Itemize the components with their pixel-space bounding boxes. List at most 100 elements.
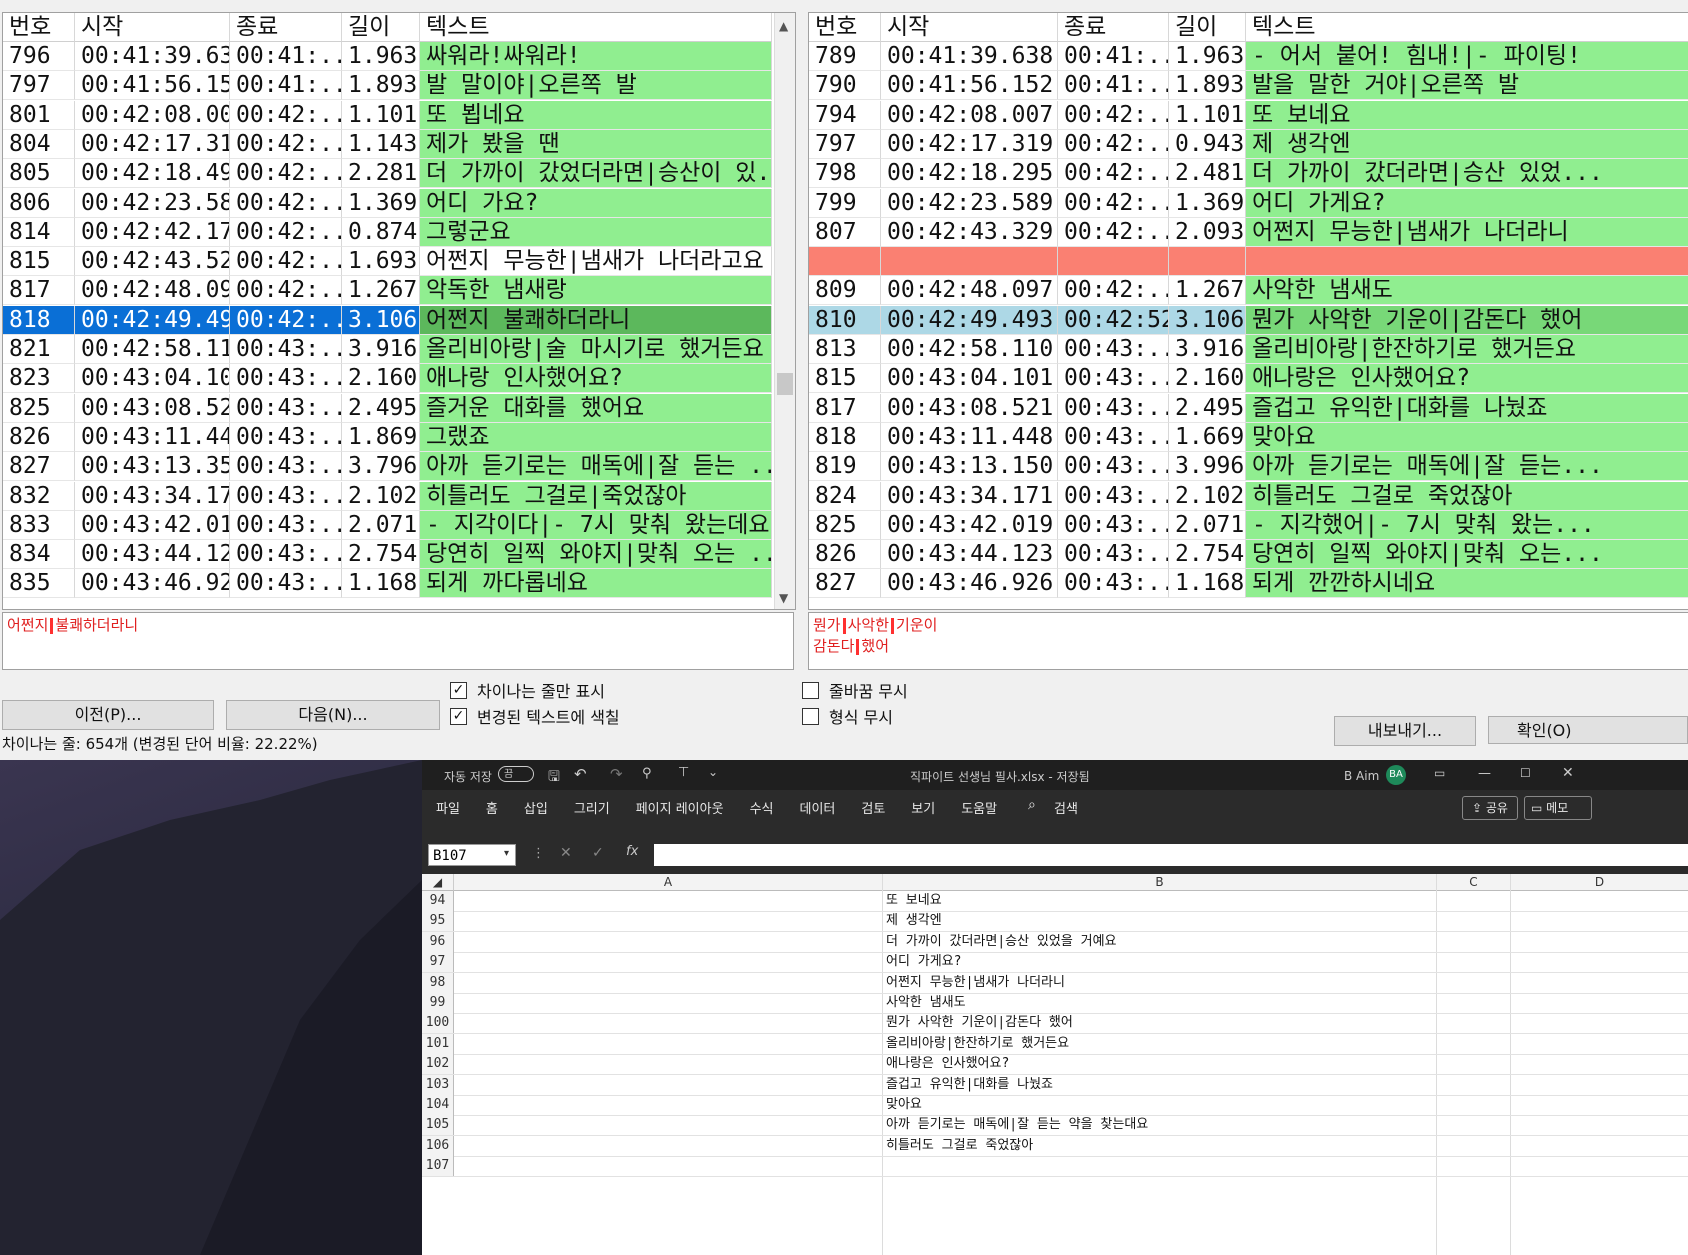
cell-b[interactable]: 뭔가 사악한 기운이|감돈다 했어 [886,1013,1073,1033]
table-row[interactable]: 82400:43:34.17100:43:...2.102히틀러도 그걸로 죽었… [809,481,1688,511]
name-box[interactable]: B107 [428,844,516,866]
scroll-thumb[interactable] [777,373,793,395]
ribbon-tab[interactable]: 페이지 레이아웃 [636,798,724,817]
table-row[interactable]: 80400:42:17.31900:42:...1.143제가 봤을 땐 [3,129,795,159]
left-scrollbar[interactable]: ▲ ▼ [774,13,795,609]
table-row[interactable]: 80900:42:48.09700:42:...1.267사악한 냄새도 [809,276,1688,306]
undo-icon[interactable]: ↶ [574,765,587,783]
save-icon[interactable]: 🖫 [548,766,560,790]
ribbon-tab[interactable]: 보기 [911,798,935,817]
ignore-format-checkbox[interactable]: 형식 무시 [802,704,893,728]
ribbon-tab[interactable]: 데이터 [799,798,835,817]
sheet-row[interactable]: 98 어쩐지 무능한|냄새가 나더라니 [422,972,1688,994]
table-row[interactable]: 79400:42:08.00700:42:...1.101또 보네요 [809,100,1688,130]
ribbon-tab[interactable]: 검토 [861,798,885,817]
filter-icon[interactable]: ⊤ [678,765,689,780]
col-header-end[interactable]: 종료 [1058,13,1169,42]
ribbon-tab[interactable]: 도움말 [961,798,997,817]
sheet-row[interactable]: 104 맞아요 [422,1095,1688,1116]
table-row[interactable]: 80100:42:08.00700:42:...1.101또 뵙네요 [3,100,795,130]
table-row[interactable]: 81800:42:49.49300:42:...3.106어쩐지 불쾌하더라니 [3,305,795,335]
col-header-length[interactable]: 길이 [342,13,420,42]
row-number[interactable]: 97 [422,952,454,973]
ribbon-display-icon[interactable]: ▭ [1434,766,1445,780]
sheet-row[interactable]: 107 [422,1156,1688,1178]
row-number[interactable]: 94 [422,891,454,911]
customize-qat-icon[interactable]: ⌄ [708,765,718,779]
row-number[interactable]: 105 [422,1115,454,1136]
table-row[interactable]: 82600:43:44.12300:43:...2.754당연히 일찍 와야지|… [809,540,1688,570]
row-number[interactable]: 106 [422,1135,454,1156]
cell-b[interactable]: 애나랑은 인사했어요? [886,1054,1009,1074]
col-header-start[interactable]: 시작 [75,13,230,42]
cell-b[interactable]: 더 가까이 갔더라면|승산 있었을 거예요 [886,932,1117,952]
table-row[interactable]: 81900:43:13.15000:43:...3.996아까 듣기로는 매독에… [809,452,1688,482]
cancel-icon[interactable]: ✕ [560,845,572,861]
redo-icon[interactable]: ↷ [610,765,623,783]
only-diff-checkbox[interactable]: ✓ 차이나는 줄만 표시 [450,678,605,702]
checkbox-checked-icon[interactable]: ✓ [450,681,467,699]
table-row[interactable]: 82500:43:42.01900:43:...2.071- 지각했어|- 7시… [809,510,1688,540]
prev-button[interactable]: 이전(P)... [2,700,214,730]
table-row[interactable]: 80600:42:23.58900:42:...1.369어디 가요? [3,188,795,218]
sheet-row[interactable]: 97 어디 가게요? [422,952,1688,974]
table-row[interactable]: 79800:42:18.29500:42:...2.481더 가까이 갔더라면|… [809,159,1688,189]
cell-b[interactable]: 즐겁고 유익한|대화를 나눴죠 [886,1075,1053,1095]
close-icon[interactable]: ✕ [1562,765,1574,781]
table-row[interactable]: 82500:43:08.52100:43:...2.495즐거운 대화를 했어요 [3,393,795,423]
sheet-row[interactable]: 102 애나랑은 인사했어요? [422,1054,1688,1076]
row-number[interactable]: 102 [422,1054,454,1075]
cell-b[interactable]: 사악한 냄새도 [886,993,966,1013]
spreadsheet-grid[interactable]: ◢ A B C D 94 또 보네요 95 제 생각엔 96 더 가까이 갔더라면|승산 … [422,874,1688,1255]
checkbox-checked-icon[interactable]: ✓ [450,707,467,725]
avatar[interactable]: BA [1386,765,1406,785]
column-header-c[interactable]: C [1437,874,1511,891]
row-number[interactable]: 96 [422,931,454,952]
maximize-icon[interactable]: ☐ [1520,766,1531,780]
table-row[interactable]: 83300:43:42.01900:43:...2.071- 지각이다|- 7시… [3,510,795,540]
formula-input[interactable] [654,844,1688,866]
ignore-linebreak-checkbox[interactable]: 줄바꿈 무시 [802,678,908,702]
table-row[interactable]: 78900:41:39.63800:41:...1.963- 어서 붙어! 힘내… [809,42,1688,71]
table-row[interactable]: 81000:42:49.49300:42:52.3.106뭔가 사악한 기운이|… [809,305,1688,335]
row-number[interactable]: 104 [422,1095,454,1115]
sheet-row[interactable]: 103 즐겁고 유익한|대화를 나눴죠 [422,1074,1688,1096]
table-row[interactable]: 81800:43:11.44800:43:...1.669맞아요 [809,422,1688,452]
export-button[interactable]: 내보내기... [1334,716,1476,746]
table-row[interactable]: 81700:43:08.52100:43:...2.495즐겁고 유익한|대화를… [809,393,1688,423]
sheet-row[interactable]: 96 더 가까이 갔더라면|승산 있었을 거예요 [422,931,1688,953]
table-row[interactable]: 81700:42:48.09700:42:...1.267악독한 냄새랑 [3,276,795,306]
table-row[interactable]: 83200:43:34.17100:43:...2.102히틀러도 그걸로|죽었… [3,481,795,511]
table-row[interactable]: 81400:42:42.17200:42:...0.874그렇군요 [3,217,795,247]
cell-b[interactable]: 아까 듣기로는 매독에|잘 듣는 약을 찾는대요 [886,1115,1148,1135]
user-name[interactable]: B Aim [1344,769,1379,783]
row-number[interactable]: 103 [422,1074,454,1095]
search-label[interactable]: 검색 [1054,798,1078,817]
minimize-icon[interactable]: — [1478,766,1491,781]
table-row[interactable]: 82300:43:04.10100:43:...2.160애나랑 인사했어요? [3,364,795,394]
table-row[interactable]: 80500:42:18.49500:42:...2.281더 가까이 갔었더라면… [3,159,795,189]
comments-button[interactable]: ▭ 메모 [1524,796,1592,820]
cell-b[interactable]: 또 보네요 [886,891,942,911]
ribbon-tab[interactable]: 수식 [750,798,774,817]
cell-b[interactable]: 어쩐지 무능한|냄새가 나더라니 [886,973,1065,993]
table-row[interactable]: 79700:41:56.15200:41:...1.893발 말이야|오른쪽 발 [3,71,795,101]
share-button[interactable]: ⇪ 공유 [1462,796,1518,820]
table-row[interactable] [809,247,1688,277]
name-box-dropdown-icon[interactable]: ▾ [504,848,509,859]
checkbox-empty-icon[interactable] [802,707,819,725]
table-row[interactable]: 79700:42:17.31900:42:...0.943제 생각엔 [809,129,1688,159]
sheet-row[interactable]: 105 아까 듣기로는 매독에|잘 듣는 약을 찾는대요 [422,1115,1688,1137]
next-button[interactable]: 다음(N)... [226,700,440,730]
col-header-end[interactable]: 종료 [230,13,342,42]
right-subtitle-table[interactable]: 번호 시작 종료 길이 텍스트 78900:41:39.63800:41:...… [808,12,1688,610]
row-number[interactable]: 107 [422,1156,454,1177]
select-all-corner[interactable]: ◢ [422,874,454,891]
table-row[interactable]: 81300:42:58.11000:43:...3.916올리비아랑|한잔하기로… [809,335,1688,364]
sheet-row[interactable]: 94 또 보네요 [422,891,1688,912]
table-row[interactable]: 81500:43:04.10100:43:...2.160애나랑은 인사했어요? [809,364,1688,394]
sheet-row[interactable]: 101 올리비아랑|한잔하기로 했거든요 [422,1033,1688,1055]
col-header-number[interactable]: 번호 [3,13,75,42]
column-header-b[interactable]: B [883,874,1437,891]
ribbon-tab[interactable]: 삽입 [524,798,548,817]
